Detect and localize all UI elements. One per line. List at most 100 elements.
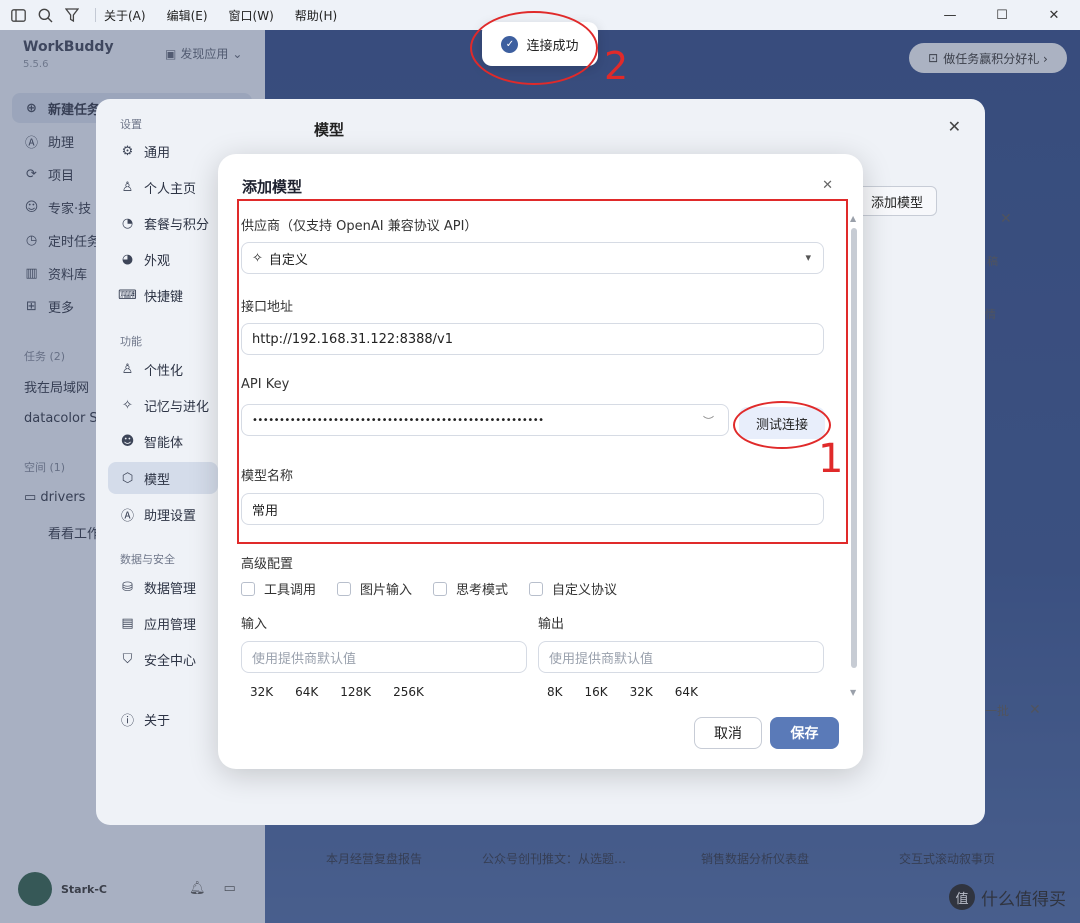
settings-nav-label: 数据管理 xyxy=(144,581,197,597)
settings-nav-label: 个性化 xyxy=(144,363,184,379)
checkbox-label: 自定义协议 xyxy=(552,583,618,598)
assistant-icon: Ⓐ xyxy=(120,508,134,524)
provider-select[interactable]: ✧ 自定义 ▾ xyxy=(241,242,824,274)
settings-nav-models[interactable]: ⬡ 模型 xyxy=(108,462,218,494)
person-icon: ♙ xyxy=(121,179,134,195)
scroll-down-icon[interactable]: ▼ xyxy=(850,688,856,697)
token-preset[interactable]: 32K xyxy=(630,685,653,699)
menu-help[interactable]: 帮助(H) xyxy=(295,7,337,24)
token-preset[interactable]: 16K xyxy=(585,685,608,699)
cancel-button[interactable]: 取消 xyxy=(694,717,762,749)
capability-options: 工具调用 图片输入 思考模式 自定义协议 xyxy=(241,579,617,598)
window-controls: — ☐ ✕ xyxy=(924,0,1080,30)
checkbox-box[interactable] xyxy=(529,581,544,596)
input-tokens-label: 输入 xyxy=(241,617,268,632)
settings-nav-label: 记忆与进化 xyxy=(144,399,210,415)
input-tokens-field[interactable]: 使用提供商默认值 xyxy=(241,641,527,673)
settings-nav-apps[interactable]: ▤ 应用管理 xyxy=(108,607,218,639)
dialog-title: 添加模型 xyxy=(242,178,303,196)
input-tokens-placeholder: 使用提供商默认值 xyxy=(252,651,357,667)
settings-group-label: 数据与安全 xyxy=(120,553,175,566)
settings-nav-label: 套餐与积分 xyxy=(144,217,210,233)
settings-nav-profile[interactable]: ♙ 个人主页 xyxy=(108,171,218,203)
settings-nav-label: 通用 xyxy=(144,145,171,161)
sidebar-toggle-icon[interactable] xyxy=(9,6,27,24)
shield-icon: ⛉ xyxy=(122,651,133,667)
settings-nav-label: 应用管理 xyxy=(144,617,197,633)
settings-nav-label: 智能体 xyxy=(144,435,184,451)
token-preset[interactable]: 8K xyxy=(547,685,563,699)
thinking-mode-checkbox[interactable]: 思考模式 xyxy=(433,579,508,598)
annotation-ellipse xyxy=(470,11,598,85)
checkbox-box[interactable] xyxy=(433,581,448,596)
input-token-presets: 32K 64K 128K 256K xyxy=(250,685,424,699)
dialog-scrollbar[interactable]: ▲ ▼ xyxy=(850,214,858,698)
settings-nav-label: 安全中心 xyxy=(144,653,197,669)
settings-nav-label: 快捷键 xyxy=(144,289,184,305)
robot-icon: ☻ xyxy=(120,433,135,449)
minimize-button[interactable]: — xyxy=(924,0,976,30)
settings-nav-data[interactable]: ⛁ 数据管理 xyxy=(108,571,218,603)
custom-protocol-checkbox[interactable]: 自定义协议 xyxy=(529,579,617,598)
settings-group-label: 功能 xyxy=(120,335,142,348)
annotation-number-2: 2 xyxy=(604,44,629,88)
apikey-value: ••••••••••••••••••••••••••••••••••••••••… xyxy=(252,414,544,426)
settings-nav-label: 个人主页 xyxy=(144,181,197,197)
pie-icon: ◔ xyxy=(121,215,134,231)
scrollbar-thumb[interactable] xyxy=(851,228,857,668)
checkbox-box[interactable] xyxy=(241,581,255,596)
settings-page-title: 模型 xyxy=(314,121,345,139)
settings-nav-personalize[interactable]: ♙ 个性化 xyxy=(108,353,218,385)
token-preset[interactable]: 64K xyxy=(295,685,318,699)
settings-nav-shortcuts[interactable]: ⌨︎ 快捷键 xyxy=(108,279,218,311)
close-window-button[interactable]: ✕ xyxy=(1028,0,1080,30)
add-model-dialog: 添加模型 ✕ 供应商（仅支持 OpenAI 兼容协议 API） ✧ 自定义 ▾ … xyxy=(218,154,863,769)
toolbar-divider xyxy=(95,8,96,22)
token-preset[interactable]: 32K xyxy=(250,685,273,699)
save-button[interactable]: 保存 xyxy=(770,717,839,749)
add-model-button[interactable]: 添加模型 xyxy=(857,186,937,216)
scroll-up-icon[interactable]: ▲ xyxy=(850,214,856,223)
settings-nav-label: 外观 xyxy=(144,253,171,269)
token-preset[interactable]: 64K xyxy=(675,685,698,699)
tool-call-checkbox[interactable]: 工具调用 xyxy=(241,579,316,598)
output-tokens-field[interactable]: 使用提供商默认值 xyxy=(538,641,824,673)
settings-nav-general[interactable]: ⚙︎ 通用 xyxy=(108,135,218,167)
settings-nav-appearance[interactable]: ◕ 外观 xyxy=(108,243,218,275)
search-icon[interactable] xyxy=(36,6,54,24)
palette-icon: ◕ xyxy=(121,251,134,267)
settings-nav-label: 模型 xyxy=(144,472,171,488)
eye-closed-icon[interactable]: ︶ xyxy=(703,413,714,429)
endpoint-input[interactable]: http://192.168.31.122:8388/v1 xyxy=(241,323,824,355)
maximize-button[interactable]: ☐ xyxy=(976,0,1028,30)
app-icon: ▤ xyxy=(121,615,134,631)
close-icon[interactable]: ✕ xyxy=(822,178,833,193)
gear-icon: ⚙︎ xyxy=(121,143,134,159)
menu-window[interactable]: 窗口(W) xyxy=(229,7,274,24)
model-name-input[interactable]: 常用 xyxy=(241,493,824,525)
endpoint-value: http://192.168.31.122:8388/v1 xyxy=(252,331,454,347)
settings-nav-memory[interactable]: ✧ 记忆与进化 xyxy=(108,389,218,421)
person-cog-icon: ♙ xyxy=(121,361,134,377)
token-preset[interactable]: 128K xyxy=(340,685,371,699)
checkbox-label: 图片输入 xyxy=(360,583,413,598)
settings-nav-security[interactable]: ⛉ 安全中心 xyxy=(108,643,218,675)
provider-label: 供应商（仅支持 OpenAI 兼容协议 API） xyxy=(241,219,478,234)
filter-icon[interactable] xyxy=(63,6,81,24)
menu-about[interactable]: 关于(A) xyxy=(104,7,146,24)
annotation-number-1: 1 xyxy=(818,436,844,482)
menu-edit[interactable]: 编辑(E) xyxy=(167,7,208,24)
image-input-checkbox[interactable]: 图片输入 xyxy=(337,579,412,598)
apikey-input[interactable]: ••••••••••••••••••••••••••••••••••••••••… xyxy=(241,404,729,436)
close-icon[interactable]: ✕ xyxy=(948,117,961,136)
token-preset[interactable]: 256K xyxy=(393,685,424,699)
settings-nav-about[interactable]: ⓘ 关于 xyxy=(108,703,218,735)
chevron-down-icon: ▾ xyxy=(805,251,811,264)
output-tokens-placeholder: 使用提供商默认值 xyxy=(549,651,654,667)
advanced-config-label: 高级配置 xyxy=(241,557,294,572)
output-token-presets: 8K 16K 32K 64K xyxy=(547,685,698,699)
settings-nav-agents[interactable]: ☻ 智能体 xyxy=(108,425,218,457)
settings-nav-plan[interactable]: ◔ 套餐与积分 xyxy=(108,207,218,239)
settings-nav-assistant[interactable]: Ⓐ 助理设置 xyxy=(108,498,218,530)
checkbox-box[interactable] xyxy=(337,581,352,596)
